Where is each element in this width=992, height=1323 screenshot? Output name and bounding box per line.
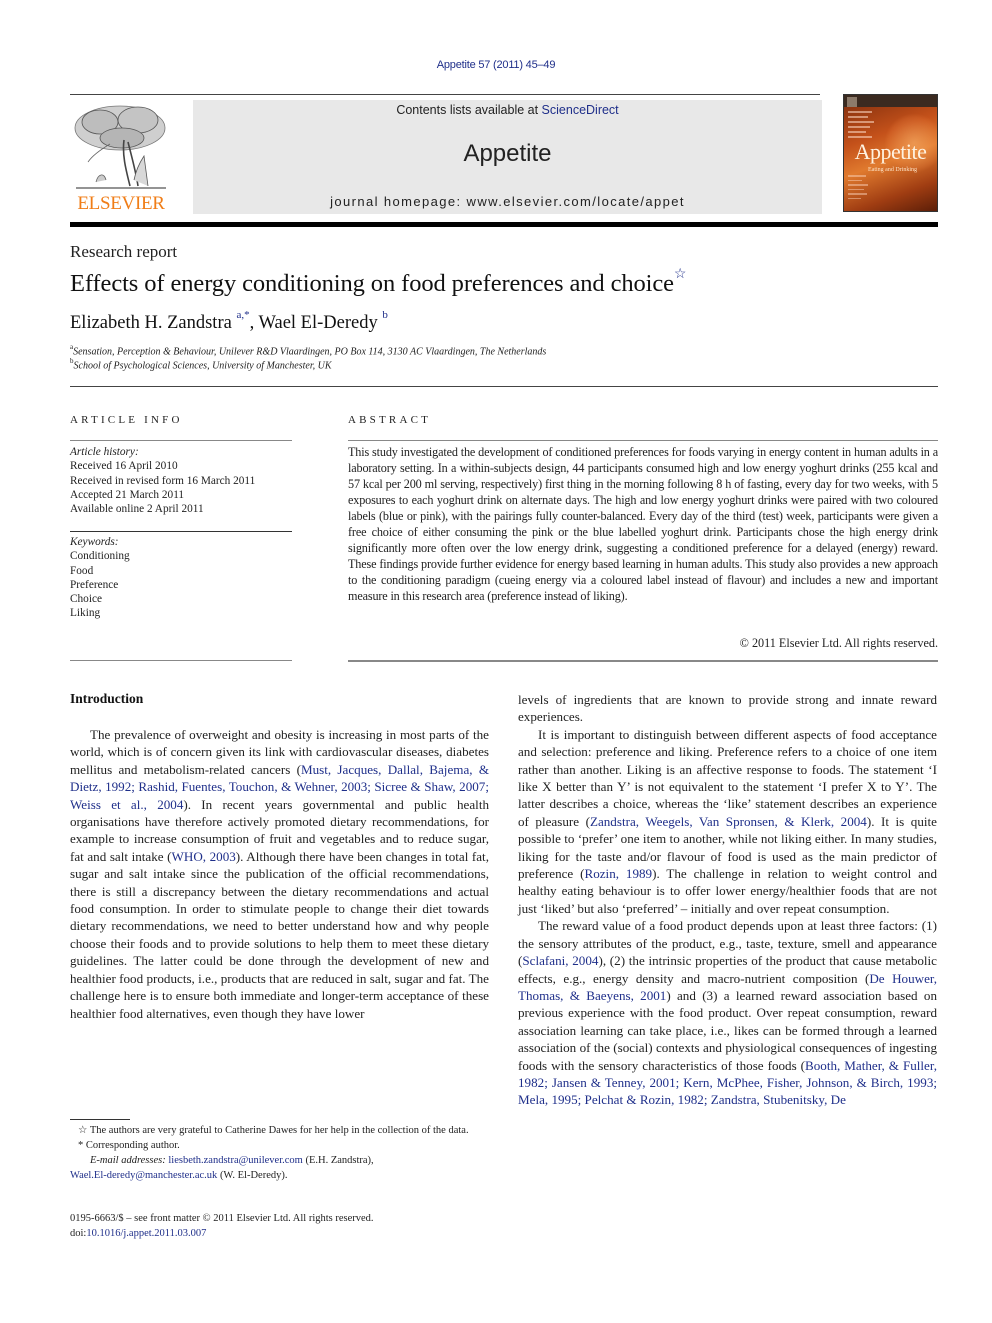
contents-availability: Contents lists available at ScienceDirec… (193, 103, 822, 117)
footnote-text: The authors are very grateful to Catheri… (89, 1125, 469, 1136)
paragraph: The prevalence of overweight and obesity… (70, 726, 489, 1022)
contents-prefix: Contents lists available at (396, 103, 542, 117)
email-link[interactable]: Wael.El-deredy@manchester.ac.uk (70, 1170, 217, 1181)
author-affiliation-mark[interactable]: a,* (236, 309, 249, 321)
affiliation-text: School of Psychological Sciences, Univer… (73, 360, 332, 372)
author-separator: , (249, 313, 259, 334)
abstract-copyright: © 2011 Elsevier Ltd. All rights reserved… (739, 636, 938, 650)
affiliation-mark: b (70, 357, 74, 365)
keyword-item: Liking (70, 607, 101, 620)
title-footnote-star-icon[interactable]: ☆ (674, 267, 687, 282)
issn-doi: 0195-6663/$ – see front matter © 2011 El… (70, 1211, 374, 1241)
article-title: Effects of energy conditioning on food p… (70, 267, 687, 298)
keyword-item: Choice (70, 593, 102, 606)
section-rule (70, 386, 938, 387)
author-list: Elizabeth H. Zandstra a,*, Wael El-Dered… (70, 309, 388, 334)
journal-citation-link[interactable]: Appetite 57 (2011) 45–49 (0, 59, 992, 71)
cover-top-band (844, 95, 937, 107)
journal-cover-image[interactable]: Appetite Eating and Drinking (843, 94, 938, 212)
header-thick-rule (70, 222, 938, 227)
author-name[interactable]: Elizabeth H. Zandstra (70, 313, 232, 333)
abstract-heading: ABSTRACT (348, 414, 432, 426)
article-type: Research report (70, 242, 178, 261)
issn-line: 0195-6663/$ – see front matter © 2011 El… (70, 1213, 374, 1224)
cover-editor-list (848, 111, 878, 141)
body-column-left: The prevalence of overweight and obesity… (70, 726, 489, 1022)
tree-icon (74, 105, 166, 189)
citation-link[interactable]: Sclafani, 2004 (522, 953, 598, 968)
affiliation-text: Sensation, Perception & Behaviour, Unile… (73, 346, 547, 358)
email-owner: (E.H. Zandstra), (302, 1155, 374, 1166)
elsevier-logo[interactable]: ELSEVIER (70, 100, 172, 214)
paragraph: levels of ingredients that are known to … (518, 692, 937, 725)
sciencedirect-link[interactable]: ScienceDirect (542, 103, 619, 117)
keyword-item: Preference (70, 578, 119, 591)
history-item: Available online 2 April 2011 (70, 503, 204, 516)
author-affiliation-mark[interactable]: b (382, 309, 388, 321)
citation-link[interactable]: Rozin, 1989 (584, 866, 652, 881)
article-info-rule (70, 440, 292, 441)
abstract-bottom-rule (348, 660, 938, 662)
section-heading-introduction: Introduction (70, 691, 144, 706)
abstract-text: This study investigated the development … (348, 445, 938, 603)
keyword-item: Food (70, 564, 94, 577)
keywords: Keywords: Conditioning Food Preference C… (70, 535, 130, 621)
article-history: Article history: Received 16 April 2010 … (70, 445, 255, 516)
email-link[interactable]: liesbeth.zandstra@unilever.com (168, 1155, 302, 1166)
citation-link[interactable]: WHO, 2003 (172, 849, 236, 864)
doi-prefix: doi: (70, 1228, 87, 1239)
article-info-bottom-rule (70, 660, 292, 661)
article-info-heading: ARTICLE INFO (70, 414, 183, 426)
footnote-text: Corresponding author. (85, 1140, 180, 1151)
footnote-star-icon: ☆ (78, 1125, 88, 1136)
abstract-rule (348, 440, 938, 441)
footnote-rule (70, 1119, 130, 1120)
email-owner: (W. El-Deredy). (217, 1170, 288, 1181)
keyword-item: Conditioning (70, 550, 130, 563)
cover-subtitle: Eating and Drinking (868, 167, 917, 173)
footnotes: ☆ The authors are very grateful to Cathe… (70, 1123, 490, 1183)
footnote-corresponding: * Corresponding author. (70, 1138, 490, 1153)
affiliation-mark: a (70, 343, 74, 351)
cover-contents-list (848, 175, 870, 202)
header-rule (70, 94, 820, 95)
footnote-asterisk-icon: * (78, 1140, 84, 1151)
affiliation: aSensation, Perception & Behaviour, Unil… (70, 343, 547, 358)
author-name[interactable]: Wael El-Deredy (259, 313, 378, 333)
journal-banner: Contents lists available at ScienceDirec… (193, 100, 822, 214)
cover-elsevier-mark-icon (847, 97, 857, 107)
paragraph: The reward value of a food product depen… (518, 917, 937, 1108)
citation-link[interactable]: Zandstra, Weegels, Van Spronsen, & Klerk… (590, 814, 867, 829)
article-title-text: Effects of energy conditioning on food p… (70, 270, 674, 298)
history-item: Received 16 April 2010 (70, 460, 178, 473)
paragraph: It is important to distinguish between d… (518, 726, 937, 917)
doi-line: doi:10.1016/j.appet.2011.03.007 (70, 1226, 374, 1241)
footnote-acknowledgement: ☆ The authors are very grateful to Cathe… (70, 1123, 490, 1138)
history-item: Received in revised form 16 March 2011 (70, 474, 256, 487)
keywords-rule (70, 531, 292, 532)
body-text: ). Although there have been changes in t… (70, 848, 489, 1021)
body-column-right: levels of ingredients that are known to … (518, 691, 937, 1109)
journal-title: Appetite (463, 140, 552, 167)
journal-homepage[interactable]: journal homepage: www.elsevier.com/locat… (193, 194, 822, 209)
article-history-label: Article history: (70, 446, 139, 458)
email-label: E-mail addresses: (90, 1155, 166, 1166)
doi-link[interactable]: 10.1016/j.appet.2011.03.007 (86, 1228, 206, 1239)
keywords-label: Keywords: (70, 536, 119, 548)
affiliation: bSchool of Psychological Sciences, Unive… (70, 357, 332, 372)
elsevier-wordmark: ELSEVIER (77, 193, 165, 214)
footnote-emails: E-mail addresses: liesbeth.zandstra@unil… (70, 1153, 490, 1183)
cover-title: Appetite (854, 139, 927, 164)
history-item: Accepted 21 March 2011 (70, 488, 185, 501)
